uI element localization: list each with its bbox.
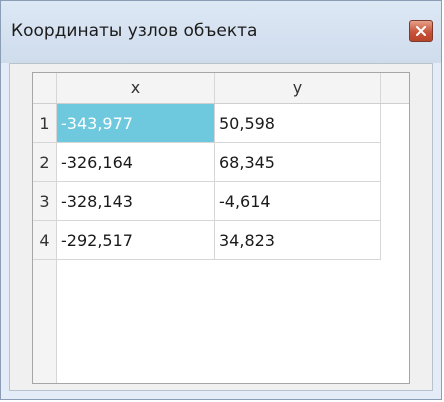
coordinates-table: x y 1 -343,977 50,598 2 -326,164 68,345 … bbox=[32, 72, 410, 384]
column-header-y[interactable]: y bbox=[215, 73, 381, 103]
cell-y[interactable]: 68,345 bbox=[215, 143, 381, 182]
cell-x[interactable]: -343,977 bbox=[57, 104, 215, 143]
cell-x[interactable]: -328,143 bbox=[57, 182, 215, 221]
row-number[interactable]: 3 bbox=[33, 182, 57, 221]
cell-y[interactable]: 50,598 bbox=[215, 104, 381, 143]
row-number[interactable]: 4 bbox=[33, 221, 57, 260]
header-corner[interactable] bbox=[33, 73, 57, 103]
coordinates-dialog: Координаты узлов объекта x y 1 -343,977 … bbox=[0, 0, 442, 400]
cell-x[interactable]: -292,517 bbox=[57, 221, 215, 260]
row-header-empty-area bbox=[33, 260, 57, 383]
row-number[interactable]: 1 bbox=[33, 104, 57, 143]
dialog-body: x y 1 -343,977 50,598 2 -326,164 68,345 … bbox=[9, 63, 433, 391]
title-bar[interactable]: Координаты узлов объекта bbox=[1, 1, 441, 63]
column-header-x[interactable]: x bbox=[57, 73, 215, 103]
window-title: Координаты узлов объекта bbox=[11, 21, 258, 41]
table-header: x y bbox=[33, 73, 409, 104]
close-button[interactable] bbox=[409, 20, 433, 42]
close-icon bbox=[416, 26, 426, 36]
cell-y[interactable]: 34,823 bbox=[215, 221, 381, 260]
row-number[interactable]: 2 bbox=[33, 143, 57, 182]
cell-x[interactable]: -326,164 bbox=[57, 143, 215, 182]
cell-y[interactable]: -4,614 bbox=[215, 182, 381, 221]
